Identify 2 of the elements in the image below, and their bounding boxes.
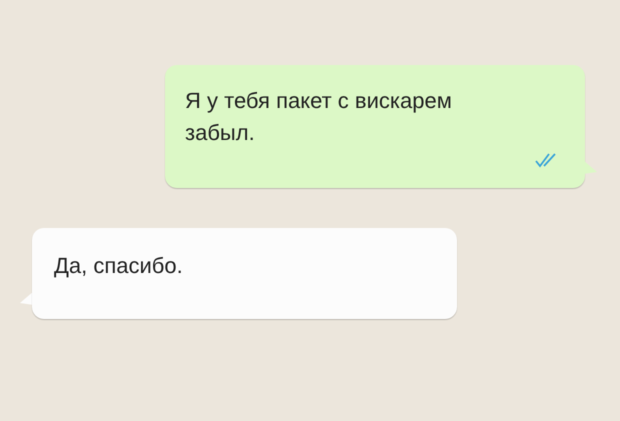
message-text: Я у тебя пакет с вискарем забыл.: [185, 87, 453, 147]
message-text: Да, спасибо.: [54, 252, 184, 280]
